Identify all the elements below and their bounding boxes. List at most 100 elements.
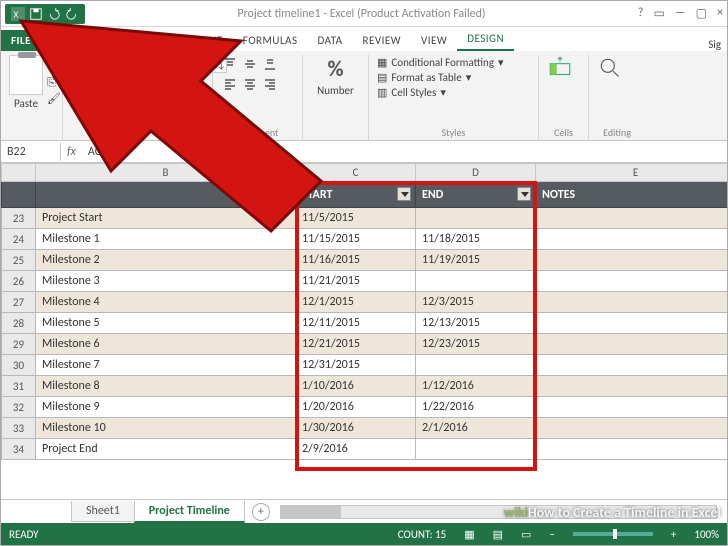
underline-button[interactable]: U (115, 75, 133, 93)
cell-activity[interactable]: Milestone 5 (36, 313, 296, 334)
cell-notes[interactable] (536, 292, 728, 313)
cell-start[interactable]: 11/15/2015 (296, 229, 416, 250)
tab-view[interactable]: VIEW (411, 30, 457, 51)
cell-start[interactable]: 11/21/2015 (296, 271, 416, 292)
cell-start[interactable]: 11/16/2015 (296, 250, 416, 271)
fill-color-button[interactable]: ◧ (159, 75, 177, 93)
cell-notes[interactable] (536, 376, 728, 397)
cell-end[interactable] (416, 439, 536, 460)
row-header[interactable]: 30 (2, 355, 36, 376)
row-header[interactable]: 29 (2, 334, 36, 355)
font-color-button[interactable]: A (181, 75, 199, 93)
row-header[interactable]: 34 (2, 439, 36, 460)
row-header[interactable]: 24 (2, 229, 36, 250)
row-header[interactable]: 23 (2, 208, 36, 229)
copy-icon[interactable]: ⎘ (47, 76, 61, 90)
undo-icon[interactable] (47, 7, 61, 21)
sheet-tab-project-timeline[interactable]: Project Timeline (134, 501, 245, 523)
increase-font-icon[interactable]: A↑ (189, 55, 206, 73)
cell-notes[interactable] (536, 334, 728, 355)
filter-icon[interactable] (277, 187, 291, 201)
align-right-icon[interactable] (261, 75, 279, 93)
cell-end[interactable]: 12/13/2015 (416, 313, 536, 334)
sheet-tab-sheet1[interactable]: Sheet1 (71, 501, 135, 522)
format-painter-icon[interactable]: 🖌 (47, 92, 61, 105)
cell-notes[interactable] (536, 397, 728, 418)
font-size-select[interactable] (155, 55, 185, 73)
tab-review[interactable]: REVIEW (353, 30, 412, 51)
col-header-c[interactable]: C (296, 164, 416, 182)
cell-notes[interactable] (536, 418, 728, 439)
cell-activity[interactable]: Milestone 2 (36, 250, 296, 271)
cell-end[interactable] (416, 271, 536, 292)
cell-activity[interactable]: Project End (36, 439, 296, 460)
ribbon-display-icon[interactable]: ▭ (653, 6, 664, 21)
save-icon[interactable] (29, 7, 43, 21)
cell-activity[interactable]: Milestone 4 (36, 292, 296, 313)
cell-start[interactable]: 1/20/2016 (296, 397, 416, 418)
zoom-out-icon[interactable]: − (549, 528, 554, 541)
filter-icon[interactable] (397, 187, 411, 201)
formula-input[interactable]: ACTIVITY (82, 143, 138, 161)
view-page-icon[interactable]: ▤ (493, 528, 503, 541)
sign-in[interactable]: Sig (708, 38, 721, 51)
bold-button[interactable]: B (71, 75, 89, 93)
tab-home[interactable]: HOME (41, 30, 92, 51)
cell-activity[interactable]: Milestone 6 (36, 334, 296, 355)
maximize-icon[interactable]: ▢ (696, 6, 707, 21)
row-header[interactable]: 27 (2, 292, 36, 313)
horizontal-scrollbar[interactable] (280, 505, 717, 519)
name-box[interactable]: B22 (1, 143, 61, 161)
cell-notes[interactable] (536, 250, 728, 271)
row-header[interactable]: 26 (2, 271, 36, 292)
cell-start[interactable]: 1/10/2016 (296, 376, 416, 397)
filter-icon[interactable] (517, 187, 531, 201)
col-header-d[interactable]: D (416, 164, 536, 182)
conditional-formatting-button[interactable]: ▦Conditional Formatting ▾ (377, 55, 530, 70)
tab-design[interactable]: DESIGN (457, 28, 514, 51)
row-header[interactable]: 31 (2, 376, 36, 397)
tab-page-layout[interactable]: PAGE LAYOUT (146, 30, 232, 51)
cell-notes[interactable] (536, 439, 728, 460)
cell-start[interactable]: 12/21/2015 (296, 334, 416, 355)
close-icon[interactable]: × (717, 6, 723, 21)
cell-activity[interactable]: Milestone 8 (36, 376, 296, 397)
tab-file[interactable]: FILE (1, 30, 41, 51)
cell-notes[interactable] (536, 313, 728, 334)
minimize-icon[interactable]: — (675, 6, 686, 21)
fx-icon[interactable]: fx (61, 145, 82, 159)
cell-end[interactable]: 1/22/2016 (416, 397, 536, 418)
row-header[interactable]: 32 (2, 397, 36, 418)
paste-icon[interactable] (9, 55, 43, 95)
header-end[interactable]: END (416, 182, 536, 208)
cell-notes[interactable] (536, 355, 728, 376)
row-header[interactable] (2, 182, 36, 208)
cell-end[interactable] (416, 208, 536, 229)
cell-start[interactable]: 12/1/2015 (296, 292, 416, 313)
add-sheet-icon[interactable]: + (252, 503, 270, 521)
view-break-icon[interactable]: ▭ (521, 528, 531, 541)
header-activity[interactable] (36, 182, 296, 208)
help-icon[interactable]: ? (638, 6, 644, 21)
header-start[interactable]: START (296, 182, 416, 208)
percent-icon[interactable]: % (327, 55, 343, 82)
font-name-select[interactable] (71, 55, 151, 73)
format-as-table-button[interactable]: ▤Format as Table ▾ (377, 70, 530, 85)
row-header[interactable]: 25 (2, 250, 36, 271)
cell-activity[interactable]: Milestone 7 (36, 355, 296, 376)
cell-end[interactable]: 12/3/2015 (416, 292, 536, 313)
cell-notes[interactable] (536, 208, 728, 229)
cell-notes[interactable] (536, 229, 728, 250)
cell-styles-button[interactable]: ▥Cell Styles ▾ (377, 85, 530, 100)
header-notes[interactable]: NOTES (536, 182, 728, 208)
cut-icon[interactable]: ✂ (47, 61, 61, 74)
align-top-icon[interactable] (221, 55, 239, 73)
cell-end[interactable] (416, 355, 536, 376)
tab-data[interactable]: DATA (308, 30, 353, 51)
align-middle-icon[interactable] (241, 55, 259, 73)
align-left-icon[interactable] (221, 75, 239, 93)
redo-icon[interactable] (65, 7, 79, 21)
cell-end[interactable]: 11/18/2015 (416, 229, 536, 250)
tab-formulas[interactable]: FORMULAS (233, 30, 308, 51)
cell-end[interactable]: 11/19/2015 (416, 250, 536, 271)
